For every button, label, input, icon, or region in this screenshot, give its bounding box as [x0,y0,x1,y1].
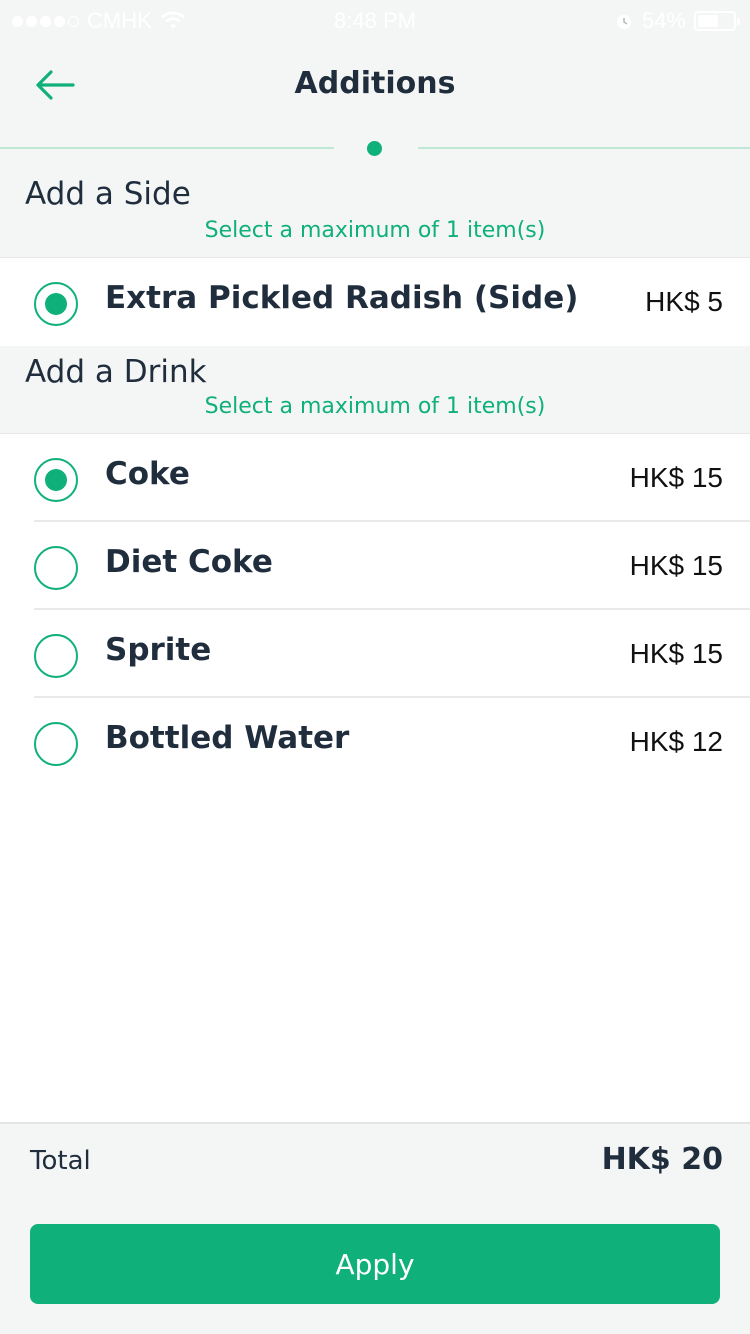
status-right: 54% [614,8,740,34]
status-bar: CMHK 8:48 PM 54% [0,0,750,40]
radio-button[interactable] [34,722,78,766]
radio-button[interactable] [34,634,78,678]
option-price: HK$ 5 [645,286,723,317]
step-line-right [418,147,750,149]
apply-button[interactable]: Apply [30,1224,720,1304]
section-title: Add a Side [25,176,191,212]
option-price: HK$ 15 [629,638,723,669]
option-price: HK$ 15 [629,550,723,581]
radio-button-selected[interactable] [34,282,78,326]
option-price: HK$ 15 [629,462,723,493]
footer-bar: Total HK$ 20 Apply [0,1122,750,1334]
battery-icon [694,11,740,31]
section-title: Add a Drink [25,354,207,390]
step-indicator-dot [367,141,382,156]
step-line-left [0,147,334,149]
option-name: Bottled Water [105,720,350,756]
option-name: Coke [105,456,190,492]
radio-button[interactable] [34,546,78,590]
option-price: HK$ 12 [629,726,723,757]
section-header-drink: Add a Drink Select a maximum of 1 item(s… [0,346,750,433]
option-row-extra-pickled-radish[interactable]: Extra Pickled Radish (Side) HK$ 5 [0,258,750,346]
total-value: HK$ 20 [601,1142,723,1177]
option-row-coke[interactable]: Coke HK$ 15 [0,434,750,522]
total-label: Total [30,1146,91,1176]
option-name: Extra Pickled Radish (Side) [105,280,579,316]
section-subtitle: Select a maximum of 1 item(s) [204,394,546,419]
section-header-side: Add a Side Select a maximum of 1 item(s) [0,160,750,258]
battery-percent: 54% [641,8,686,33]
option-name: Diet Coke [105,544,273,580]
option-row-sprite[interactable]: Sprite HK$ 15 [0,610,750,698]
option-row-bottled-water[interactable]: Bottled Water HK$ 12 [0,698,750,786]
option-name: Sprite [105,632,212,668]
radio-button-selected[interactable] [34,458,78,502]
alarm-icon [616,15,631,29]
section-subtitle: Select a maximum of 1 item(s) [204,218,546,243]
option-row-diet-coke[interactable]: Diet Coke HK$ 15 [0,522,750,610]
page-title: Additions [294,66,456,101]
